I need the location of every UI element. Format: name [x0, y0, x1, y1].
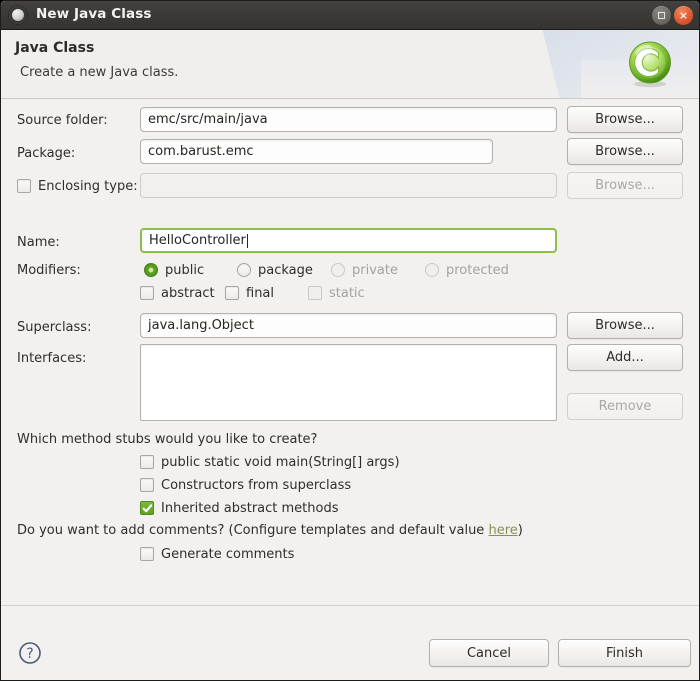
- checkbox-static-label: static: [329, 285, 365, 301]
- radio-public-indicator[interactable]: [144, 263, 158, 277]
- modifiers-label: Modifiers:: [17, 263, 81, 278]
- configure-templates-link[interactable]: here: [488, 523, 517, 538]
- source-folder-input[interactable]: emc/src/main/java: [140, 107, 557, 132]
- stub-checkbox-inherited[interactable]: Inherited abstract methods: [140, 501, 339, 515]
- comments-question-suffix: ): [517, 523, 523, 538]
- package-input[interactable]: com.barust.emc: [140, 139, 493, 164]
- package-browse-button[interactable]: Browse...: [567, 138, 683, 165]
- close-icon[interactable]: ×: [674, 5, 693, 25]
- name-value: HelloController: [149, 233, 246, 248]
- interfaces-label-wrap: Interfaces:: [17, 352, 86, 365]
- superclass-label-wrap: Superclass:: [17, 321, 91, 334]
- radio-protected-indicator: [425, 263, 439, 277]
- enclosing-type-input: [140, 173, 557, 198]
- modifier-checkbox-static: static: [308, 286, 365, 300]
- svg-text:?: ?: [26, 646, 33, 662]
- checkbox-generate-comments-label: Generate comments: [161, 546, 295, 562]
- radio-package-label: package: [258, 262, 313, 278]
- superclass-value: java.lang.Object: [148, 318, 254, 333]
- source-folder-browse-button[interactable]: Browse...: [567, 106, 683, 133]
- checkbox-constructors-indicator[interactable]: [140, 478, 154, 492]
- checkbox-final-label: final: [246, 285, 275, 301]
- modifier-radio-public[interactable]: public: [144, 263, 204, 277]
- window-title: New Java Class: [36, 6, 152, 23]
- checkbox-abstract-indicator[interactable]: [140, 286, 154, 300]
- modifier-radio-protected: protected: [425, 263, 509, 277]
- checkbox-constructors-label: Constructors from superclass: [161, 477, 352, 493]
- enclosing-type-checkbox[interactable]: [17, 179, 31, 193]
- radio-public-label: public: [165, 262, 205, 278]
- superclass-input[interactable]: java.lang.Object: [140, 313, 557, 338]
- checkbox-generate-comments-indicator[interactable]: [140, 547, 154, 561]
- modifier-radio-package[interactable]: package: [237, 263, 313, 277]
- method-stubs-question: Which method stubs would you like to cre…: [17, 432, 318, 447]
- check-icon: [142, 503, 152, 512]
- cancel-button[interactable]: Cancel: [429, 639, 549, 667]
- text-caret: [246, 233, 248, 248]
- checkbox-final-indicator[interactable]: [225, 286, 239, 300]
- footer-divider: [1, 605, 699, 606]
- interfaces-remove-button: Remove: [567, 393, 683, 420]
- checkbox-main-label: public static void main(String[] args): [161, 454, 400, 470]
- window-controls: ×: [652, 5, 693, 25]
- superclass-browse-button[interactable]: Browse...: [567, 312, 683, 339]
- page-title: Java Class: [15, 40, 95, 56]
- enclosing-type-label: Enclosing type:: [38, 178, 138, 194]
- window-menu-icon[interactable]: [9, 6, 27, 24]
- source-folder-label-wrap: Source folder:: [17, 114, 108, 127]
- dialog-body: Source folder: emc/src/main/java Browse.…: [1, 99, 699, 605]
- checkbox-static-indicator: [308, 286, 322, 300]
- checkbox-inherited-indicator[interactable]: [140, 501, 154, 515]
- interfaces-label: Interfaces:: [17, 351, 87, 366]
- package-value: com.barust.emc: [148, 144, 254, 159]
- dialog-header: Java Class Create a new Java class.: [1, 30, 699, 99]
- checkbox-main-indicator[interactable]: [140, 455, 154, 469]
- interfaces-list[interactable]: [140, 344, 557, 421]
- title-bar: New Java Class ×: [1, 1, 699, 30]
- package-label-wrap: Package:: [17, 147, 75, 160]
- radio-package-indicator[interactable]: [237, 263, 251, 277]
- name-label: Name:: [17, 235, 60, 250]
- checkbox-abstract-label: abstract: [161, 285, 215, 301]
- java-class-icon: [625, 39, 675, 89]
- maximize-icon[interactable]: [652, 5, 671, 25]
- source-folder-label: Source folder:: [17, 113, 108, 128]
- stub-checkbox-main[interactable]: public static void main(String[] args): [140, 455, 400, 469]
- enclosing-type-browse-button: Browse...: [567, 172, 683, 199]
- checkbox-inherited-label: Inherited abstract methods: [161, 500, 339, 516]
- source-folder-value: emc/src/main/java: [148, 112, 268, 127]
- modifier-checkbox-final[interactable]: final: [225, 286, 274, 300]
- name-label-wrap: Name:: [17, 236, 60, 249]
- comments-question-prefix: Do you want to add comments? (Configure …: [17, 523, 489, 538]
- modifier-radio-private: private: [331, 263, 398, 277]
- help-icon[interactable]: ?: [18, 641, 42, 665]
- radio-private-label: private: [352, 262, 398, 278]
- modifiers-label-wrap: Modifiers:: [17, 264, 81, 277]
- radio-private-indicator: [331, 263, 345, 277]
- name-input[interactable]: HelloController: [140, 228, 557, 253]
- comments-question: Do you want to add comments? (Configure …: [17, 524, 523, 537]
- finish-button[interactable]: Finish: [558, 639, 691, 667]
- interfaces-add-button[interactable]: Add...: [567, 344, 683, 371]
- enclosing-type-checkbox-wrap[interactable]: Enclosing type:: [17, 179, 138, 193]
- radio-protected-label: protected: [446, 262, 509, 278]
- modifier-checkbox-abstract[interactable]: abstract: [140, 286, 215, 300]
- generate-comments-checkbox-wrap[interactable]: Generate comments: [140, 547, 294, 561]
- page-subtitle: Create a new Java class.: [20, 65, 179, 81]
- package-label: Package:: [17, 146, 76, 161]
- new-java-class-dialog: New Java Class × Java Class Create a new…: [0, 0, 700, 681]
- stub-checkbox-constructors[interactable]: Constructors from superclass: [140, 478, 351, 492]
- superclass-label: Superclass:: [17, 320, 92, 335]
